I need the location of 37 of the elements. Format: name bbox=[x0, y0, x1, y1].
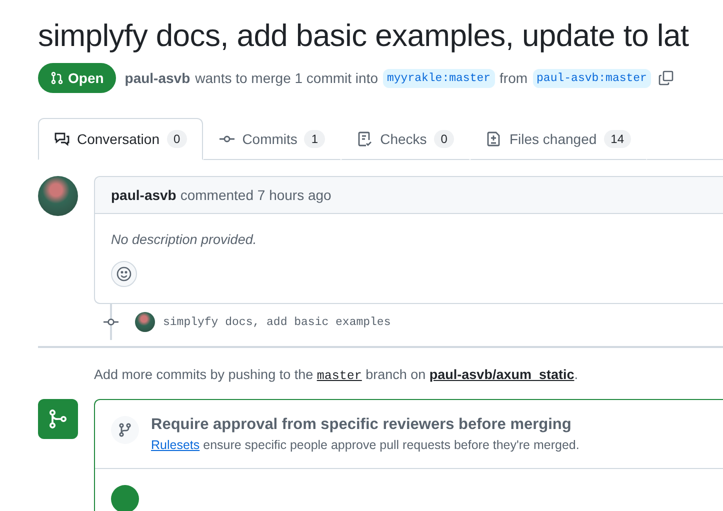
rule-description: Rulesets ensure specific people approve pull requests before they're merged. bbox=[151, 438, 580, 452]
pr-title: simplyfy docs, add basic examples, update to lat bbox=[38, 17, 690, 55]
branch-icon bbox=[47, 408, 69, 430]
count-badge: 0 bbox=[166, 130, 188, 148]
push-hint: Add more commits by pushing to the master branch on paul-asvb/axum_static. bbox=[94, 367, 579, 383]
comment-timestamp: commented 7 hours ago bbox=[180, 187, 332, 203]
rule-title: Require approval from specific reviewers before merging bbox=[151, 416, 572, 434]
avatar[interactable] bbox=[135, 312, 155, 332]
count-badge: 1 bbox=[304, 130, 326, 148]
from-label: from bbox=[500, 70, 528, 86]
tab[interactable]: Conversation 0 bbox=[38, 118, 204, 160]
comments-icon bbox=[54, 131, 70, 147]
rulesets-link[interactable]: Rulesets bbox=[151, 438, 200, 452]
count-badge: 14 bbox=[604, 130, 632, 148]
comment-body: No description provided. bbox=[111, 232, 258, 247]
copy-icon[interactable] bbox=[658, 70, 674, 86]
avatar[interactable] bbox=[38, 176, 78, 216]
tab[interactable]: Files changed 14 bbox=[470, 118, 648, 160]
file-diff-icon bbox=[486, 131, 502, 147]
count-badge: 0 bbox=[434, 130, 454, 148]
merge-description: wants to merge 1 commit into bbox=[195, 70, 378, 86]
author-link[interactable]: paul-asvb bbox=[124, 70, 190, 86]
author-link[interactable]: paul-asvb bbox=[111, 187, 176, 203]
tab[interactable]: Checks 0 bbox=[341, 118, 470, 160]
checklist-icon bbox=[357, 131, 374, 147]
branch-link[interactable]: master bbox=[316, 369, 362, 383]
open-state-badge: Open bbox=[38, 63, 116, 93]
branch-icon bbox=[117, 422, 133, 438]
repository-link[interactable]: paul-asvb/axum_static bbox=[429, 367, 574, 382]
pull-request-icon bbox=[50, 71, 64, 85]
reaction-button[interactable] bbox=[111, 261, 137, 287]
status-icon bbox=[111, 485, 139, 511]
smiley-icon bbox=[116, 266, 132, 282]
base-branch-link[interactable]: myyrakle:master bbox=[383, 68, 495, 88]
tab[interactable]: Commits 1 bbox=[203, 118, 342, 160]
commit-message-link[interactable]: simplyfy docs, add basic examples bbox=[163, 316, 391, 328]
head-branch-link[interactable]: paul-asvb:master bbox=[532, 68, 651, 88]
